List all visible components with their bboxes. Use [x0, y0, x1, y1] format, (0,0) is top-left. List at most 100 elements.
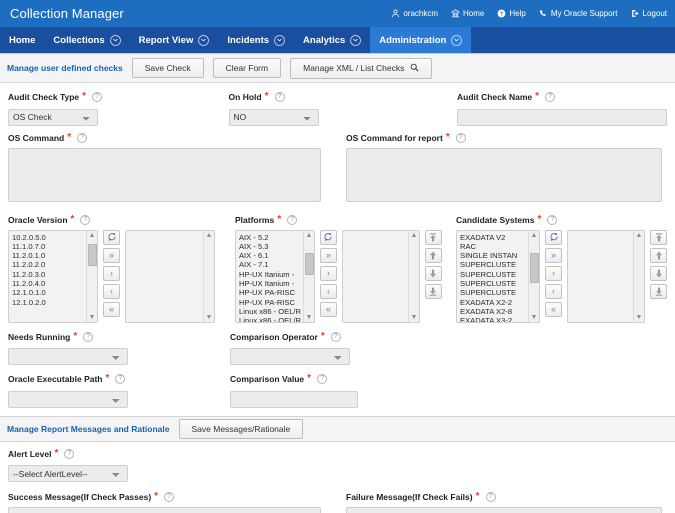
oracle-version-available-list[interactable]: 10.2.0.5.0 11.1.0.7.0 11.2.0.1.0 11.2.0.2.0… [8, 229, 98, 323]
list-item[interactable]: 11.2.0.3.0 [12, 270, 94, 279]
nav-item-analytics[interactable]: Analytics [294, 27, 370, 53]
scroll-up-icon[interactable]: ▲ [206, 231, 213, 240]
oracle-executable-path-select[interactable] [8, 390, 128, 408]
platforms-available-list[interactable]: AIX - 5.2 AIX - 5.3 AIX - 6.1 AIX - 7.1 HP-U… [234, 229, 315, 323]
list-item[interactable]: AIX - 7.1 [239, 260, 311, 269]
clear-form-button[interactable]: Clear Form [212, 58, 282, 78]
audit-check-type-select[interactable]: OS Check [8, 108, 98, 126]
list-item[interactable]: 11.2.0.2.0 [12, 260, 94, 269]
needs-running-select[interactable] [8, 348, 128, 365]
list-item[interactable]: AIX - 5.2 [239, 233, 311, 242]
scrollbar[interactable]: ▲ ▼ [407, 230, 419, 322]
list-item[interactable]: SUPERCLUSTE [460, 288, 536, 297]
nav-item-home[interactable]: Home [0, 27, 44, 53]
list-item[interactable]: SUPERCLUSTE [460, 260, 536, 269]
nav-item-report-view[interactable]: Report View [130, 27, 219, 53]
list-item[interactable]: RAC [460, 242, 536, 251]
list-item[interactable]: EXADATA X3-2 [460, 316, 536, 321]
scrollbar[interactable]: ▲ ▼ [302, 230, 314, 322]
remove-all-button[interactable]: « [319, 301, 337, 317]
on-hold-select[interactable]: NO [228, 108, 319, 126]
scroll-down-icon[interactable]: ▼ [306, 313, 313, 322]
scroll-thumb[interactable] [88, 243, 97, 266]
remove-all-button[interactable]: « [545, 301, 562, 317]
refresh-icon[interactable] [103, 229, 120, 245]
user-account-link[interactable]: orachkcm [391, 9, 438, 18]
save-check-button[interactable]: Save Check [131, 58, 204, 78]
candidate-systems-selected-list[interactable]: ▲ ▼ [567, 229, 645, 323]
list-item[interactable]: 11.2.0.1.0 [12, 251, 94, 260]
scroll-down-icon[interactable]: ▼ [206, 313, 213, 322]
logout-link[interactable]: Logout [631, 9, 667, 18]
save-messages-rationale-button[interactable]: Save Messages/Rationale [178, 418, 304, 439]
list-item[interactable]: AIX - 5.3 [239, 242, 311, 251]
help-link[interactable]: ? Help [497, 9, 526, 18]
nav-item-collections[interactable]: Collections [44, 27, 129, 53]
add-all-button[interactable]: » [319, 247, 337, 263]
nav-item-incidents[interactable]: Incidents [218, 27, 294, 53]
move-to-bottom-icon[interactable] [650, 283, 667, 299]
success-message-textarea[interactable] [8, 507, 321, 513]
list-item[interactable]: EXADATA V2 [460, 233, 536, 242]
scroll-down-icon[interactable]: ▼ [636, 313, 643, 322]
remove-all-button[interactable]: « [103, 301, 120, 317]
remove-button[interactable]: ‹ [319, 283, 337, 299]
help-icon[interactable]: ? [115, 374, 126, 384]
scroll-down-icon[interactable]: ▼ [89, 313, 96, 322]
help-icon[interactable]: ? [545, 92, 556, 102]
os-command-for-report-textarea[interactable] [346, 147, 662, 202]
list-item[interactable]: EXADATA X2-8 [460, 307, 536, 316]
nav-item-administration[interactable]: Administration [370, 27, 472, 53]
scroll-thumb[interactable] [530, 252, 539, 283]
os-command-textarea[interactable] [8, 147, 321, 202]
help-icon[interactable]: ? [317, 374, 328, 384]
manage-xml-list-checks-button[interactable]: Manage XML / List Checks [290, 57, 433, 79]
failure-message-textarea[interactable] [346, 507, 662, 513]
move-to-bottom-icon[interactable] [424, 283, 442, 299]
list-item[interactable]: 10.2.0.5.0 [12, 233, 94, 242]
scroll-down-icon[interactable]: ▼ [411, 313, 418, 322]
scroll-down-icon[interactable]: ▼ [531, 313, 538, 322]
help-icon[interactable]: ? [455, 132, 466, 143]
list-item[interactable]: 12.1.0.2.0 [12, 298, 94, 307]
help-icon[interactable]: ? [64, 448, 75, 459]
scrollbar[interactable]: ▲ ▼ [528, 230, 539, 322]
list-item[interactable]: HP-UX PA-RISC [239, 288, 311, 297]
help-icon[interactable]: ? [330, 331, 341, 342]
list-item[interactable]: SINGLE INSTAN [460, 251, 536, 260]
list-item[interactable]: HP-UX Itanium - [239, 279, 311, 288]
add-button[interactable]: › [545, 265, 562, 281]
home-link[interactable]: Home [451, 9, 484, 18]
add-button[interactable]: › [103, 265, 120, 281]
help-icon[interactable]: ? [77, 132, 88, 143]
help-icon[interactable]: ? [92, 92, 103, 102]
manage-user-defined-checks-link[interactable]: Manage user defined checks [7, 63, 123, 73]
move-up-icon[interactable] [424, 247, 442, 263]
scroll-up-icon[interactable]: ▲ [531, 231, 538, 240]
list-item[interactable]: HP-UX Itanium - [239, 270, 311, 279]
alert-level-select[interactable]: --Select AlertLevel-- [8, 465, 128, 482]
audit-check-name-input[interactable] [457, 108, 667, 126]
refresh-icon[interactable] [319, 229, 337, 245]
list-item[interactable]: AIX - 6.1 [239, 251, 311, 260]
move-up-icon[interactable] [650, 247, 667, 263]
scroll-thumb[interactable] [304, 252, 314, 275]
help-icon[interactable]: ? [83, 331, 94, 342]
scrollbar[interactable]: ▲ ▼ [633, 230, 644, 322]
move-down-icon[interactable] [424, 265, 442, 281]
manage-report-messages-link[interactable]: Manage Report Messages and Rationale [7, 424, 170, 434]
comparison-operator-select[interactable] [230, 348, 350, 365]
help-icon[interactable]: ? [164, 492, 175, 502]
scroll-up-icon[interactable]: ▲ [636, 231, 643, 240]
help-icon[interactable]: ? [547, 214, 558, 225]
move-down-icon[interactable] [650, 265, 667, 281]
list-item[interactable]: 12.1.0.1.0 [12, 288, 94, 297]
list-item[interactable]: 11.1.0.7.0 [12, 242, 94, 251]
comparison-value-input[interactable] [230, 390, 358, 408]
add-button[interactable]: › [319, 265, 337, 281]
scroll-up-icon[interactable]: ▲ [89, 231, 96, 240]
list-item[interactable]: 11.2.0.4.0 [12, 279, 94, 288]
scroll-up-icon[interactable]: ▲ [411, 231, 418, 240]
scrollbar[interactable]: ▲ ▼ [86, 230, 97, 322]
remove-button[interactable]: ‹ [103, 283, 120, 299]
